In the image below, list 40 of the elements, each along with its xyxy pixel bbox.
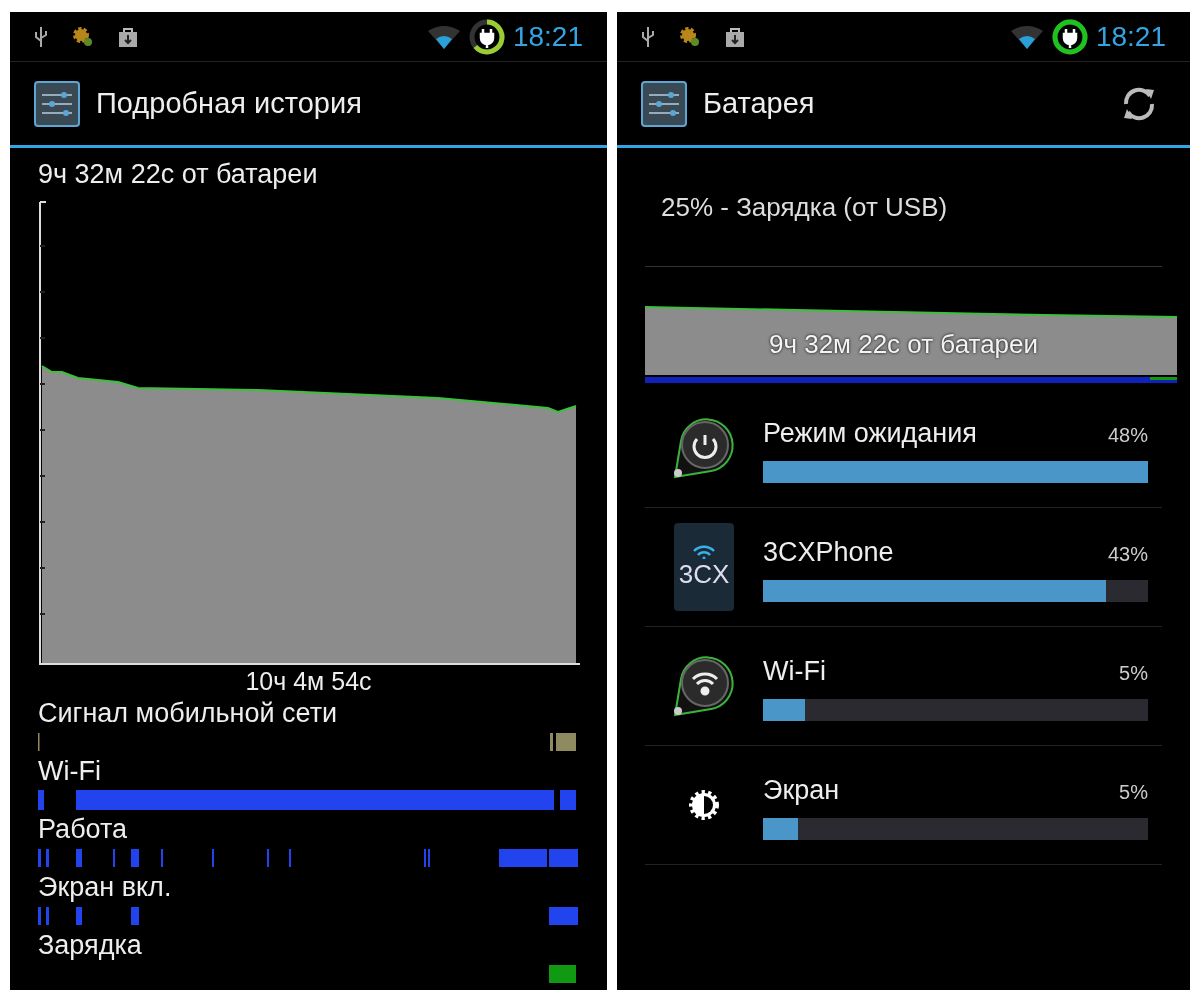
- usage-percent: 48%: [1107, 422, 1148, 448]
- battery-charging-icon: [1051, 18, 1088, 55]
- timeline-label: Сигнал мобильной сети: [38, 697, 339, 730]
- gear-icon: [679, 25, 701, 48]
- usage-percent: 5%: [1119, 779, 1148, 805]
- app-icon: 3CX: [674, 523, 734, 611]
- battery-usage-item[interactable]: Режим ожидания 48%: [645, 389, 1162, 508]
- brightness-icon: [686, 787, 722, 823]
- battery-usage-item[interactable]: Экран 5%: [645, 746, 1162, 865]
- battery-charging-icon: [468, 18, 505, 55]
- usb-icon: [34, 25, 48, 48]
- timeline-label: Wi-Fi: [38, 755, 102, 788]
- usage-percent: 43%: [1107, 541, 1148, 567]
- wifi-icon: [1009, 24, 1044, 49]
- usage-name: Экран: [763, 773, 840, 807]
- clock-time: 18:21: [1095, 19, 1166, 54]
- timeline-label: Зарядка: [38, 929, 143, 962]
- timeline-label: Работа: [38, 813, 129, 846]
- shopping-bag-icon: [118, 25, 138, 48]
- gear-icon: [72, 25, 94, 48]
- battery-time: 9ч 32м 22с от батареи: [38, 158, 319, 191]
- usb-icon: [641, 25, 655, 48]
- usage-name: 3CXPhone: [763, 535, 894, 569]
- settings-sliders-icon: [34, 80, 80, 127]
- settings-sliders-icon: [641, 80, 687, 127]
- charge-status: 25% - Зарядка (от USB): [661, 190, 948, 224]
- wifi-icon: [426, 24, 461, 49]
- usage-percent: 5%: [1119, 660, 1148, 686]
- battery-usage-item[interactable]: Wi-Fi 5%: [645, 627, 1162, 746]
- total-time: 10ч 4м 54с: [245, 666, 372, 696]
- clock-time: 18:21: [512, 19, 583, 54]
- usage-name: Wi-Fi: [763, 654, 826, 688]
- usage-name: Режим ожидания: [763, 416, 977, 450]
- timeline-label: Экран вкл.: [38, 871, 173, 904]
- screen-title: Подробная история: [96, 85, 362, 121]
- shopping-bag-icon: [725, 25, 745, 48]
- screen-title: Батарея: [703, 85, 815, 121]
- graph-caption: 9ч 32м 22с от батареи: [768, 327, 1039, 361]
- charging-timeline-drawing: [549, 965, 576, 983]
- battery-usage-item[interactable]: 3CX 3CXPhone 43%: [645, 508, 1162, 627]
